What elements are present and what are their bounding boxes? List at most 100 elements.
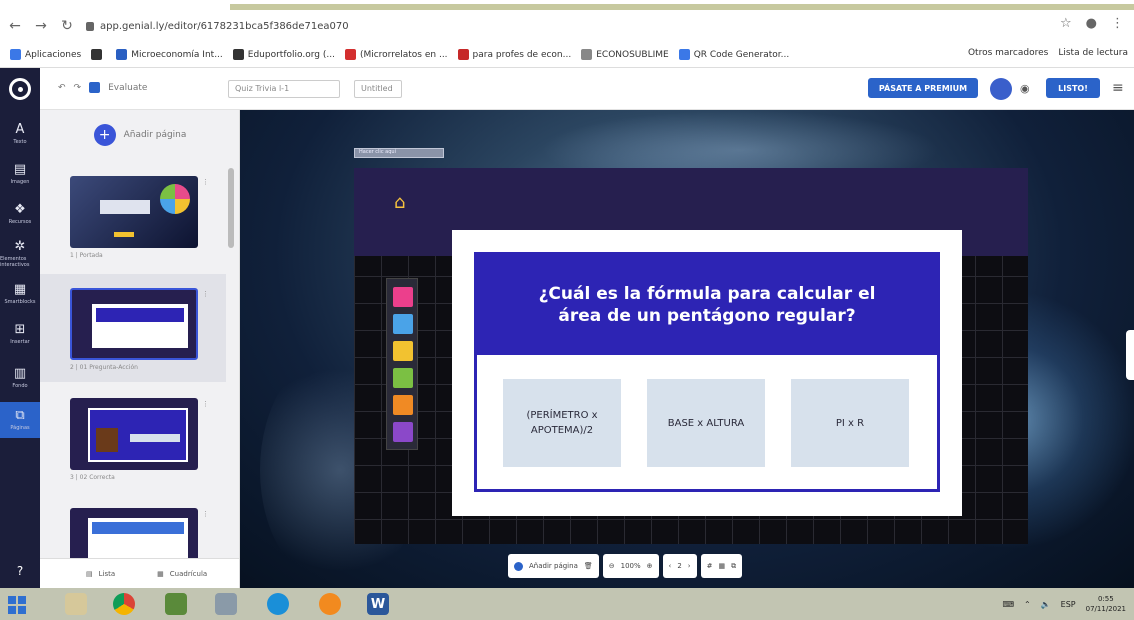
clock[interactable]: 0:55 07/11/2021 bbox=[1086, 594, 1126, 614]
bookmark-label: para profes de econ... bbox=[472, 49, 572, 60]
bookmark-item[interactable] bbox=[91, 49, 106, 60]
layout-icon[interactable]: ▦ bbox=[718, 562, 725, 570]
redo-icon[interactable]: ↷ bbox=[74, 83, 82, 93]
page-thumb-3[interactable]: 3 | 02 Correcta ⋮ bbox=[70, 398, 209, 481]
app-icon[interactable] bbox=[156, 590, 196, 618]
page-options-icon[interactable]: ⋮ bbox=[202, 290, 209, 298]
next-page-icon[interactable]: › bbox=[688, 562, 691, 570]
preview-eye-icon[interactable]: ◉ bbox=[1020, 82, 1030, 95]
thumb-question-bar bbox=[96, 308, 184, 322]
reload-icon[interactable]: ↻ bbox=[56, 15, 78, 37]
bookmark-item[interactable]: Aplicaciones bbox=[10, 49, 81, 60]
lock-icon bbox=[86, 21, 94, 31]
bookmark-icon bbox=[10, 49, 21, 60]
word-icon[interactable]: W bbox=[358, 590, 398, 618]
sidebar-icon: ✲ bbox=[14, 239, 26, 254]
sidebar-item[interactable]: A Texto bbox=[0, 116, 40, 152]
bookmark-folder[interactable]: Lista de lectura bbox=[1058, 48, 1128, 58]
bookmark-label: Eduportfolio.org (... bbox=[247, 49, 335, 60]
sidebar-item[interactable]: ⊞ Insertar bbox=[0, 316, 40, 352]
file-explorer-icon[interactable] bbox=[56, 590, 96, 618]
sidebar-label: Fondo bbox=[12, 383, 28, 389]
chevron-up-icon[interactable]: ⌃ bbox=[1024, 600, 1031, 609]
page-options-icon[interactable]: ⋮ bbox=[202, 178, 209, 186]
second-field[interactable]: Untitled bbox=[354, 80, 402, 98]
profile-icon[interactable]: ● bbox=[1086, 16, 1097, 31]
chrome-icon[interactable] bbox=[104, 590, 144, 618]
firefox-icon[interactable] bbox=[310, 590, 350, 618]
sidebar-item[interactable]: ▤ Imagen bbox=[0, 156, 40, 192]
language-indicator[interactable]: ESP bbox=[1061, 600, 1076, 609]
zoom-out-icon[interactable]: ⊖ bbox=[609, 562, 615, 570]
avatar[interactable] bbox=[990, 78, 1012, 100]
star-icon[interactable]: ☆ bbox=[1060, 16, 1072, 31]
sidebar-item[interactable]: ✲ Elementos interactivos bbox=[0, 236, 40, 272]
sidebar-label: Páginas bbox=[10, 425, 30, 431]
sidebar-item[interactable]: ⧉ Páginas bbox=[0, 402, 40, 438]
page-thumb-1[interactable]: 1 | Portada ⋮ bbox=[70, 176, 209, 259]
answer-option[interactable]: (PERÍMETRO x APOTEMA)/2 bbox=[503, 379, 621, 467]
canvas-tag[interactable]: Hacer clic aquí bbox=[354, 148, 444, 158]
bookmark-item[interactable]: ECONOSUBLIME bbox=[581, 49, 669, 60]
list-view-icon[interactable]: ▤ bbox=[86, 570, 93, 578]
view-options: # ▦ ⧉ bbox=[700, 554, 743, 578]
bookmark-icon bbox=[232, 49, 244, 60]
genially-logo-icon[interactable] bbox=[0, 68, 40, 110]
more-icon[interactable]: ⋮ bbox=[1111, 16, 1124, 31]
grid-view-icon[interactable]: ▦ bbox=[157, 570, 164, 578]
page-thumb-label: 2 | 01 Pregunta-Acción bbox=[70, 364, 138, 371]
page-thumb-label: 1 | Portada bbox=[70, 252, 103, 259]
premium-button[interactable]: PÁSATE A PREMIUM bbox=[868, 78, 978, 98]
pages-view-switch: ▤ Lista ▦ Cuadrícula bbox=[40, 558, 239, 588]
zoom-control[interactable]: ⊖ 100% ⊕ bbox=[602, 554, 659, 578]
page-options-icon[interactable]: ⋮ bbox=[202, 400, 209, 408]
page-thumb-image bbox=[70, 176, 198, 248]
volume-icon[interactable]: 🔈 bbox=[1041, 600, 1051, 609]
title-field[interactable]: Quiz Trivia l-1 bbox=[228, 80, 340, 98]
bookmark-folder[interactable]: Otros marcadores bbox=[968, 48, 1048, 58]
grid-lines-icon[interactable]: # bbox=[707, 562, 713, 570]
bookmark-item[interactable]: QR Code Generator... bbox=[678, 49, 789, 60]
answer-option[interactable]: PI x R bbox=[791, 379, 909, 467]
editor-canvas[interactable]: Hacer clic aquí ⌂ ¿Cuál es la fórmula pa… bbox=[240, 110, 1134, 588]
add-page-button[interactable]: + Añadir página bbox=[40, 110, 239, 160]
sidebar-item[interactable]: ▥ Fondo bbox=[0, 360, 40, 396]
slide[interactable]: ⌂ ¿Cuál es la fórmula para calcular el á… bbox=[354, 168, 1028, 544]
sidebar-item[interactable]: ❖ Recursos bbox=[0, 196, 40, 232]
home-icon[interactable]: ⌂ bbox=[394, 192, 405, 213]
back-icon[interactable]: ← bbox=[4, 15, 26, 37]
breadcrumb[interactable]: Evaluate bbox=[108, 83, 147, 93]
pages-scrollbar[interactable] bbox=[228, 168, 234, 248]
grid-view-label[interactable]: Cuadrícula bbox=[170, 570, 207, 578]
bookmark-item[interactable]: (Microrrelatos en ... bbox=[344, 49, 448, 60]
keyboard-icon[interactable]: ⌨ bbox=[1002, 600, 1014, 609]
page-options-icon[interactable]: ⋮ bbox=[202, 510, 209, 518]
menu-icon[interactable]: ≡ bbox=[1112, 80, 1124, 96]
address-bar[interactable]: app.genial.ly/editor/6178231bca5f386de71… bbox=[86, 21, 349, 32]
side-panel-handle[interactable] bbox=[1126, 330, 1134, 380]
question-title[interactable]: ¿Cuál es la fórmula para calcular el áre… bbox=[477, 255, 937, 355]
app-icon[interactable] bbox=[206, 590, 246, 618]
browser-tab-strip bbox=[0, 0, 1134, 10]
canvas-toolbar: Añadir página 🗑 ⊖ 100% ⊕ ‹ 2 › # ▦ ⧉ bbox=[508, 554, 864, 578]
page-thumb-2[interactable]: 2 | 01 Pregunta-Acción ⋮ bbox=[70, 288, 209, 371]
prev-page-icon[interactable]: ‹ bbox=[669, 562, 672, 570]
bookmark-item[interactable]: para profes de econ... bbox=[457, 49, 572, 60]
sidebar-item[interactable]: ▦ Smartblocks bbox=[0, 276, 40, 312]
undo-icon[interactable]: ↶ bbox=[58, 83, 66, 93]
windows-start-icon[interactable] bbox=[8, 596, 26, 614]
list-view-label[interactable]: Lista bbox=[99, 570, 116, 578]
done-button[interactable]: LISTO! bbox=[1046, 78, 1100, 98]
bookmark-item[interactable]: Microeconomía Int... bbox=[116, 49, 223, 60]
forward-icon[interactable]: → bbox=[30, 15, 52, 37]
trash-icon[interactable]: 🗑 bbox=[584, 562, 593, 570]
bookmarks-bar: Aplicaciones Microeconomía Int... Eduportf… bbox=[0, 42, 1134, 68]
bookmark-icon bbox=[678, 49, 690, 60]
zoom-in-icon[interactable]: ⊕ bbox=[647, 562, 653, 570]
add-page-toolbar-button[interactable]: Añadir página 🗑 bbox=[508, 554, 599, 578]
answer-option[interactable]: BASE x ALTURA bbox=[647, 379, 765, 467]
link-icon[interactable]: ⧉ bbox=[731, 562, 736, 571]
help-icon[interactable]: ? bbox=[0, 564, 40, 578]
bookmark-item[interactable]: Eduportfolio.org (... bbox=[232, 49, 335, 60]
edge-icon[interactable] bbox=[258, 590, 298, 618]
